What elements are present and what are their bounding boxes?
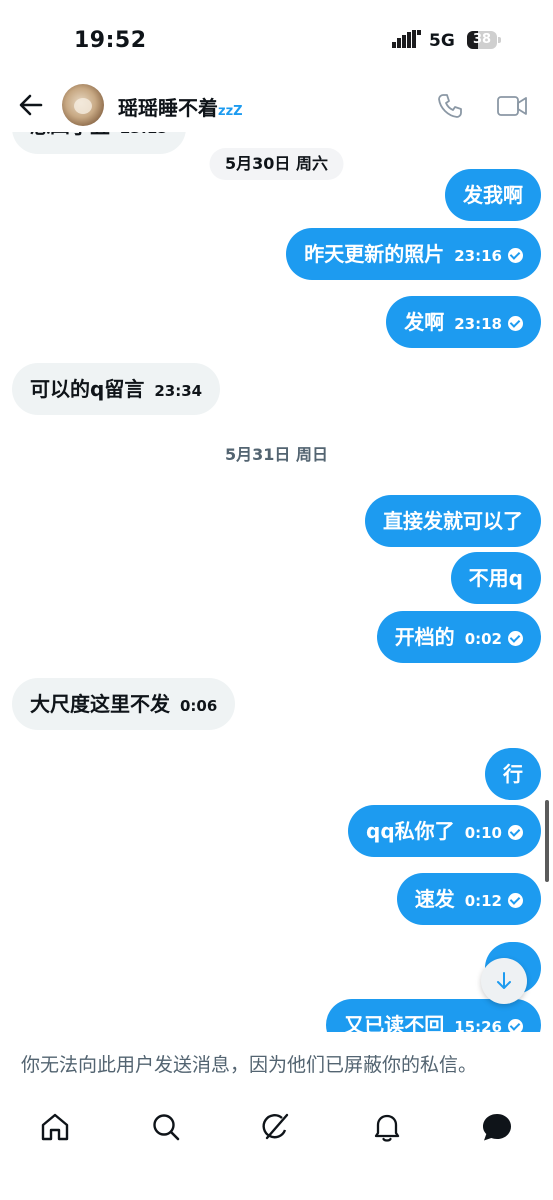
- phone-icon[interactable]: [436, 92, 464, 120]
- home-icon[interactable]: [38, 1110, 72, 1144]
- message-bubble[interactable]: 直接发就可以了: [365, 495, 541, 547]
- message-bubble[interactable]: 不用q: [450, 552, 541, 604]
- network-type: 5G: [429, 31, 455, 51]
- read-check-icon: [508, 316, 523, 331]
- status-time: 19:52: [74, 28, 147, 53]
- back-arrow-icon[interactable]: [14, 88, 48, 122]
- bell-icon[interactable]: [370, 1110, 404, 1144]
- signal-icon: [392, 30, 421, 48]
- blocked-notice: 你无法向此用户发送消息，因为他们已屏蔽你的私信。: [0, 1032, 553, 1094]
- date-divider: 5月31日 周日: [225, 445, 328, 464]
- read-check-icon: [508, 893, 523, 908]
- message-list[interactable]: 恐四乎五23:15 5月30日 周六 发我啊 昨天更新的照片23:16 发啊23…: [0, 120, 553, 1032]
- avatar[interactable]: [62, 84, 104, 126]
- message-bubble[interactable]: 大尺度这里不发 0:06: [12, 678, 236, 730]
- message-bubble[interactable]: 行: [485, 748, 541, 800]
- scrollbar[interactable]: [545, 800, 549, 882]
- message-bubble[interactable]: 昨天更新的照片 23:16: [286, 228, 541, 280]
- message-bubble[interactable]: 发啊 23:18: [386, 296, 541, 348]
- blocked-notice-text: 你无法向此用户发送消息，因为他们已屏蔽你的私信。: [21, 1054, 478, 1076]
- name-suffix: zzZ: [218, 104, 243, 119]
- read-check-icon: [508, 825, 523, 840]
- read-check-icon: [508, 1019, 523, 1032]
- date-divider: 5月30日 周六: [209, 148, 344, 180]
- message-bubble[interactable]: qq私你了 0:10: [348, 805, 541, 857]
- search-icon[interactable]: [149, 1110, 183, 1144]
- messages-icon[interactable]: [480, 1110, 514, 1144]
- bottom-nav: [0, 1094, 553, 1200]
- grok-icon[interactable]: [259, 1110, 293, 1144]
- message-bubble[interactable]: 速发 0:12: [396, 873, 541, 925]
- user-name: 瑶瑶睡不着: [118, 96, 218, 120]
- read-check-icon: [508, 631, 523, 646]
- status-bar: 19:52 5G 38: [0, 0, 553, 80]
- battery-level: 38: [472, 32, 492, 47]
- scroll-to-bottom-button[interactable]: [481, 958, 527, 1004]
- battery-icon: 38: [467, 31, 497, 49]
- conversation-title[interactable]: 瑶瑶睡不着zzZ: [118, 92, 243, 121]
- read-check-icon: [508, 248, 523, 263]
- message-bubble[interactable]: 发我啊: [445, 169, 541, 221]
- battery-cap: [498, 37, 501, 43]
- conversation-header: 瑶瑶睡不着zzZ: [0, 80, 553, 132]
- message-bubble[interactable]: 开档的 0:02: [376, 611, 541, 663]
- message-bubble[interactable]: 可以的q留言 23:34: [12, 363, 221, 415]
- video-call-icon[interactable]: [496, 92, 528, 120]
- arrow-down-icon: [497, 972, 511, 989]
